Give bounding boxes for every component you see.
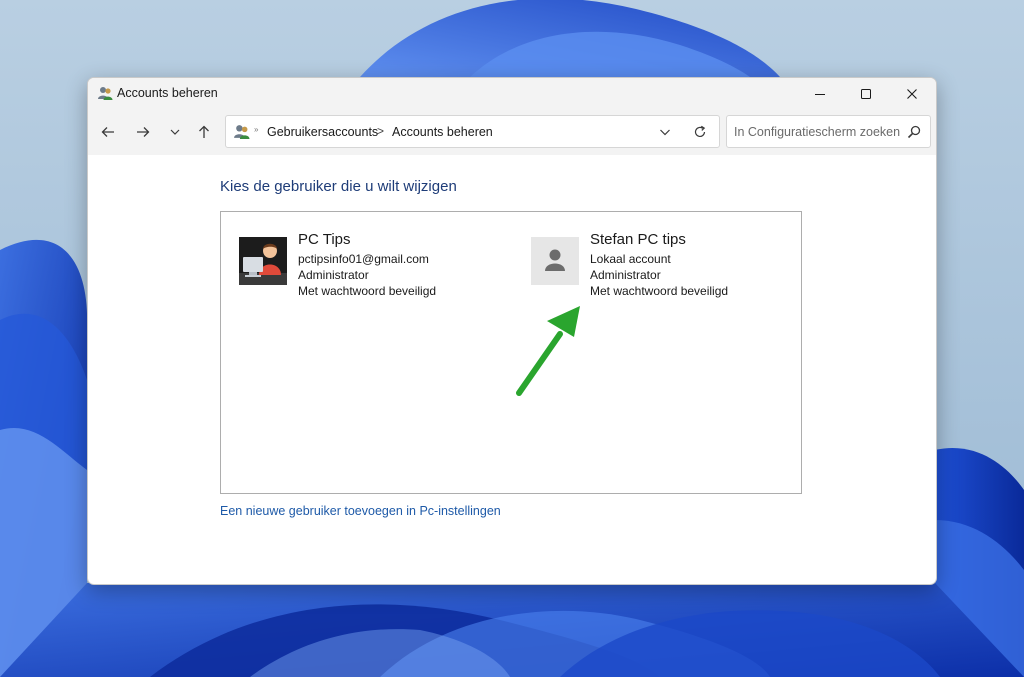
- illustrated-person-avatar: [239, 237, 287, 285]
- chevron-down-icon[interactable]: [658, 125, 672, 139]
- forward-button[interactable]: [132, 121, 154, 143]
- user-account-type: Lokaal account: [590, 252, 671, 266]
- user-role: Administrator: [590, 268, 661, 282]
- user-card-pc-tips[interactable]: PC Tips pctipsinfo01@gmail.com Administr…: [238, 230, 508, 302]
- recent-locations-button[interactable]: [164, 121, 186, 143]
- maximize-button[interactable]: [843, 78, 889, 109]
- default-user-avatar: [531, 237, 579, 285]
- user-accounts-icon: [234, 125, 250, 139]
- window-title: Accounts beheren: [117, 86, 218, 100]
- address-bar[interactable]: » Gebruikersaccounts > Accounts beheren: [225, 115, 720, 148]
- user-name[interactable]: PC Tips: [298, 231, 351, 248]
- user-password-status: Met wachtwoord beveiligd: [590, 284, 729, 298]
- title-bar[interactable]: Accounts beheren: [88, 78, 936, 109]
- search-input[interactable]: [728, 117, 904, 146]
- up-button[interactable]: [193, 121, 215, 143]
- accounts-window: Accounts beheren » Gebruikersaccounts > …: [87, 77, 937, 585]
- breadcrumb-gebruikersaccounts[interactable]: Gebruikersaccounts: [267, 125, 378, 139]
- refresh-icon: [694, 125, 706, 138]
- user-list: PC Tips pctipsinfo01@gmail.com Administr…: [220, 211, 802, 494]
- refresh-button[interactable]: [690, 122, 710, 142]
- arrow-up-icon: [199, 125, 209, 138]
- user-email: pctipsinfo01@gmail.com: [298, 252, 429, 266]
- search-icon[interactable]: [907, 125, 921, 139]
- close-button[interactable]: [889, 78, 935, 109]
- arrow-left-icon: [101, 127, 114, 137]
- back-button[interactable]: [97, 121, 119, 143]
- chevron-down-icon: [170, 129, 180, 135]
- user-role: Administrator: [298, 268, 369, 282]
- user-card-stefan-pc-tips[interactable]: Stefan PC tips Lokaal account Administra…: [530, 230, 800, 302]
- breadcrumb-accounts-beheren[interactable]: Accounts beheren: [392, 125, 493, 139]
- close-icon: [907, 88, 917, 99]
- user-avatar: [239, 237, 287, 285]
- user-password-status: Met wachtwoord beveiligd: [298, 284, 437, 298]
- arrow-right-icon: [137, 127, 150, 137]
- navigation-bar: » Gebruikersaccounts > Accounts beheren: [88, 109, 936, 155]
- breadcrumb-separator[interactable]: >: [377, 124, 384, 138]
- user-avatar: [531, 237, 579, 285]
- user-accounts-icon: [98, 87, 113, 100]
- user-name[interactable]: Stefan PC tips: [590, 231, 686, 248]
- add-new-user-link[interactable]: Een nieuwe gebruiker toevoegen in Pc-ins…: [220, 504, 501, 518]
- search-box[interactable]: [726, 115, 931, 148]
- root-separator[interactable]: »: [254, 125, 258, 134]
- minimize-icon: [815, 93, 825, 95]
- minimize-button[interactable]: [797, 78, 843, 109]
- maximize-icon: [861, 88, 871, 99]
- page-title: Kies de gebruiker die u wilt wijzigen: [220, 178, 457, 195]
